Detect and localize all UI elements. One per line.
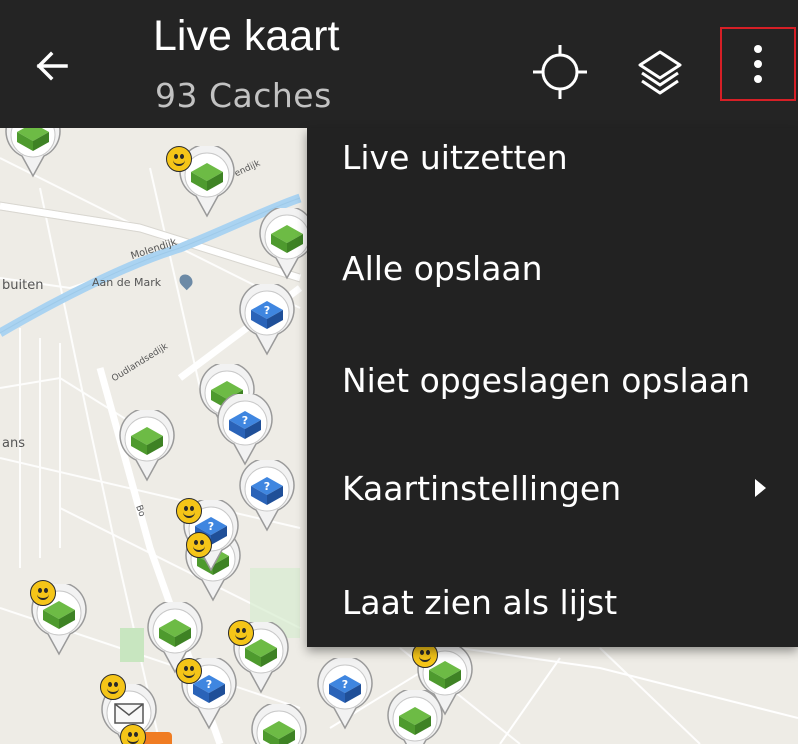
found-smiley-icon	[30, 580, 56, 606]
svg-text:?: ?	[208, 520, 214, 533]
cache-marker-mystery[interactable]: ?	[238, 460, 296, 532]
overflow-menu: Live uitzetten Alle opslaan Niet opgesla…	[307, 128, 798, 647]
menu-item-show-as-list[interactable]: Laat zien als lijst	[307, 552, 798, 652]
found-smiley-icon	[166, 146, 192, 172]
layers-icon	[638, 50, 682, 95]
menu-item-label: Live uitzetten	[342, 137, 568, 177]
map-label-ans: ans	[2, 436, 25, 451]
layers-button[interactable]	[626, 38, 694, 106]
found-smiley-icon	[176, 658, 202, 684]
cache-marker-traditional[interactable]	[4, 128, 62, 178]
more-vert-icon	[754, 45, 762, 83]
cache-count: 93 Caches	[155, 76, 332, 115]
cache-marker-mystery[interactable]: ?	[238, 284, 296, 356]
arrow-left-icon	[36, 51, 68, 81]
cache-marker-mystery[interactable]: ?	[216, 394, 274, 466]
svg-text:?: ?	[342, 678, 348, 691]
menu-item-save-all[interactable]: Alle opslaan	[307, 218, 798, 318]
cache-marker-mystery[interactable]: ?	[316, 658, 374, 730]
crosshair-icon	[533, 45, 587, 99]
found-smiley-icon	[228, 620, 254, 646]
menu-item-save-unsaved[interactable]: Niet opgeslagen opslaan	[307, 330, 798, 430]
cache-marker-traditional[interactable]	[386, 690, 444, 744]
menu-item-live-off[interactable]: Live uitzetten	[307, 107, 798, 207]
svg-text:?: ?	[206, 678, 212, 691]
overflow-menu-button[interactable]	[720, 27, 796, 101]
back-button[interactable]	[20, 34, 84, 98]
cache-marker-traditional[interactable]	[118, 410, 176, 482]
found-smiley-icon	[176, 498, 202, 524]
page-title: Live kaart	[153, 12, 340, 60]
svg-text:?: ?	[242, 414, 248, 427]
menu-item-label: Niet opgeslagen opslaan	[342, 360, 751, 400]
found-smiley-icon	[186, 532, 212, 558]
map-label-buiten: buiten	[2, 278, 44, 293]
map-label-aan-de-mark: Aan de Mark	[92, 276, 162, 289]
menu-item-map-settings[interactable]: Kaartinstellingen	[307, 438, 798, 538]
found-smiley-icon	[100, 674, 126, 700]
svg-text:?: ?	[264, 480, 270, 493]
locate-button[interactable]	[526, 38, 594, 106]
found-smiley-icon	[120, 724, 146, 744]
svg-text:?: ?	[264, 304, 270, 317]
menu-item-label: Alle opslaan	[342, 248, 543, 288]
submenu-arrow-icon	[755, 479, 766, 497]
cache-marker-traditional[interactable]	[250, 704, 308, 744]
menu-item-label: Kaartinstellingen	[342, 468, 622, 508]
menu-item-label: Laat zien als lijst	[342, 582, 618, 622]
